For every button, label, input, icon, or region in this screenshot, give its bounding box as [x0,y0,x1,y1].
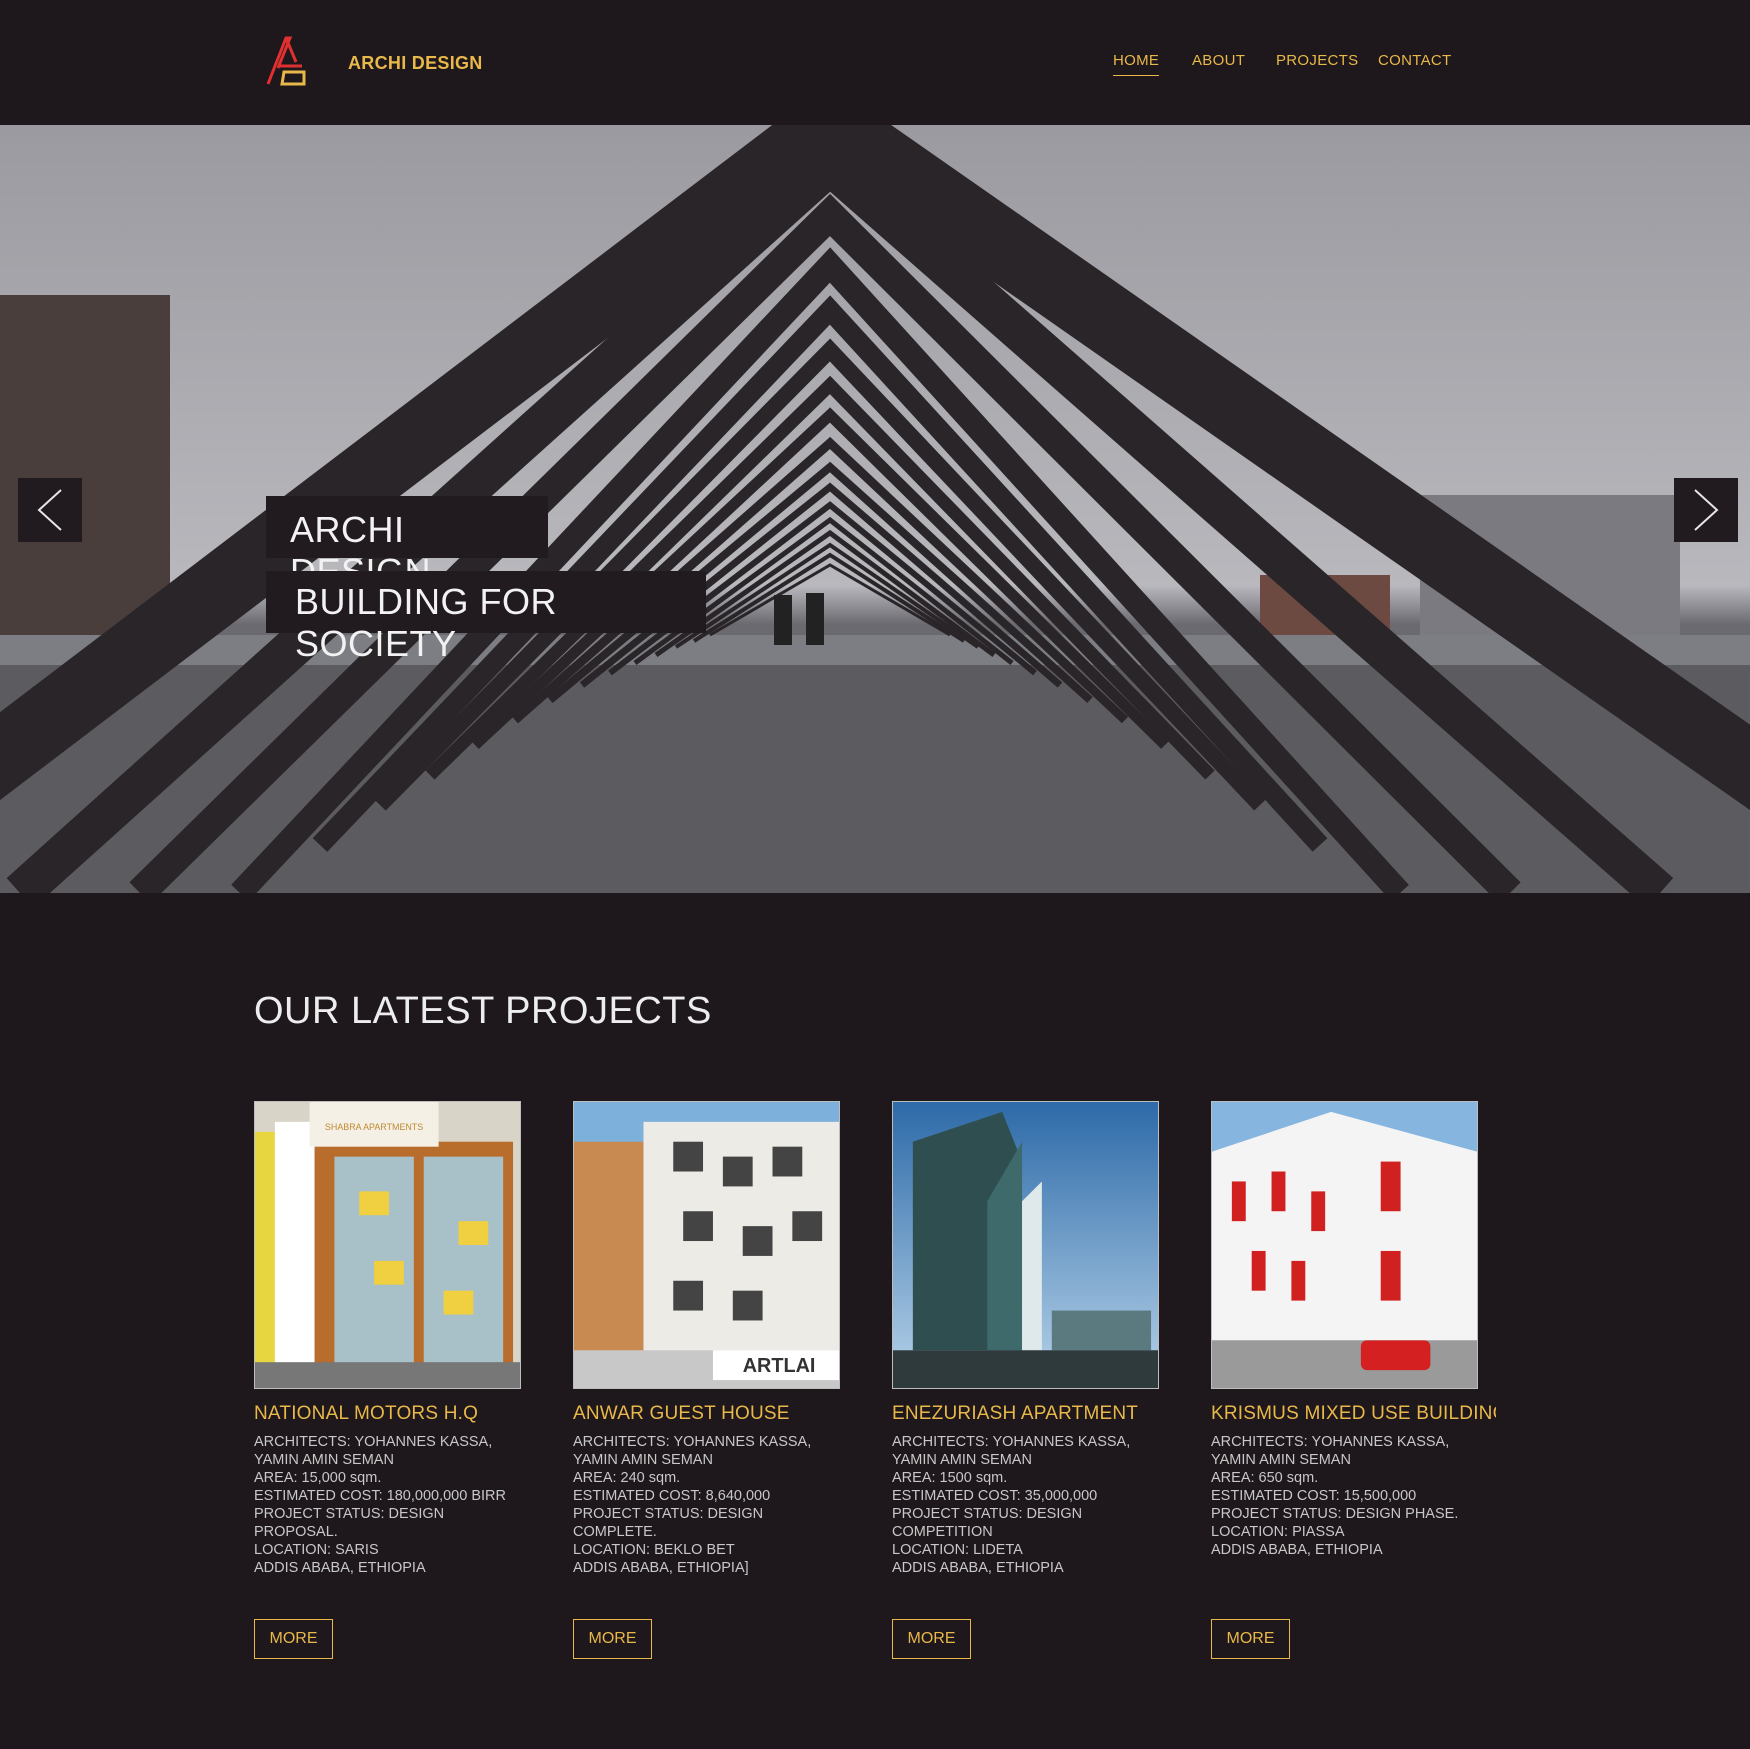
project-details: ARCHITECTS: YOHANNES KASSA, YAMIN AMIN S… [1211,1434,1459,1558]
main-nav: HOME ABOUT PROJECTS CONTACT [0,52,1750,82]
project-title[interactable]: KRISMUS MIXED USE BUILDING [1211,1403,1496,1425]
slider-prev-button[interactable] [18,478,82,542]
project-image-sign: ARTLAI [743,1355,816,1377]
chevron-right-icon [1694,489,1719,531]
project-title[interactable]: NATIONAL MOTORS H.Q [254,1403,539,1425]
projects-heading: OUR LATEST PROJECTS [254,990,712,1032]
nav-contact[interactable]: CONTACT [1378,52,1451,69]
more-button[interactable]: MORE [892,1619,971,1659]
project-image-sign: SHABRA APARTMENTS [325,1122,423,1132]
project-card: SHABRA APARTMENTS NATIONAL MOTORS H.Q AR… [254,1101,544,1577]
project-image[interactable] [1211,1101,1478,1389]
project-image[interactable]: SHABRA APARTMENTS [254,1101,521,1389]
project-title[interactable]: ENEZURIASH APARTMENT [892,1403,1177,1425]
project-image[interactable]: ARTLAI [573,1101,840,1389]
project-details: ARCHITECTS: YOHANNES KASSA, YAMIN AMIN S… [254,1434,506,1576]
hero-slider: ARCHI DESIGN BUILDING FOR SOCIETY [0,125,1750,893]
project-card: ARTLAI ANWAR GUEST HOUSE ARCHITECTS: YOH… [573,1101,863,1577]
project-details: ARCHITECTS: YOHANNES KASSA, YAMIN AMIN S… [573,1434,812,1576]
more-button[interactable]: MORE [1211,1619,1290,1659]
project-title[interactable]: ANWAR GUEST HOUSE [573,1403,858,1425]
slider-next-button[interactable] [1674,478,1738,542]
more-button[interactable]: MORE [254,1619,333,1659]
chevron-left-icon [37,489,62,531]
nav-projects[interactable]: PROJECTS [1276,52,1358,69]
hero-subtitle: BUILDING FOR SOCIETY [266,571,706,664]
project-card: ENEZURIASH APARTMENT ARCHITECTS: YOHANNE… [892,1101,1182,1577]
hero-title: ARCHI DESIGN [266,496,548,592]
nav-about[interactable]: ABOUT [1192,52,1245,69]
site-header: ARCHI DESIGN HOME ABOUT PROJECTS CONTACT [0,0,1750,125]
project-image[interactable] [892,1101,1159,1389]
nav-home[interactable]: HOME [1113,52,1160,76]
hero-image [0,125,1750,893]
project-card: KRISMUS MIXED USE BUILDING ARCHITECTS: Y… [1211,1101,1501,1559]
project-details: ARCHITECTS: YOHANNES KASSA, YAMIN AMIN S… [892,1434,1131,1576]
more-button[interactable]: MORE [573,1619,652,1659]
